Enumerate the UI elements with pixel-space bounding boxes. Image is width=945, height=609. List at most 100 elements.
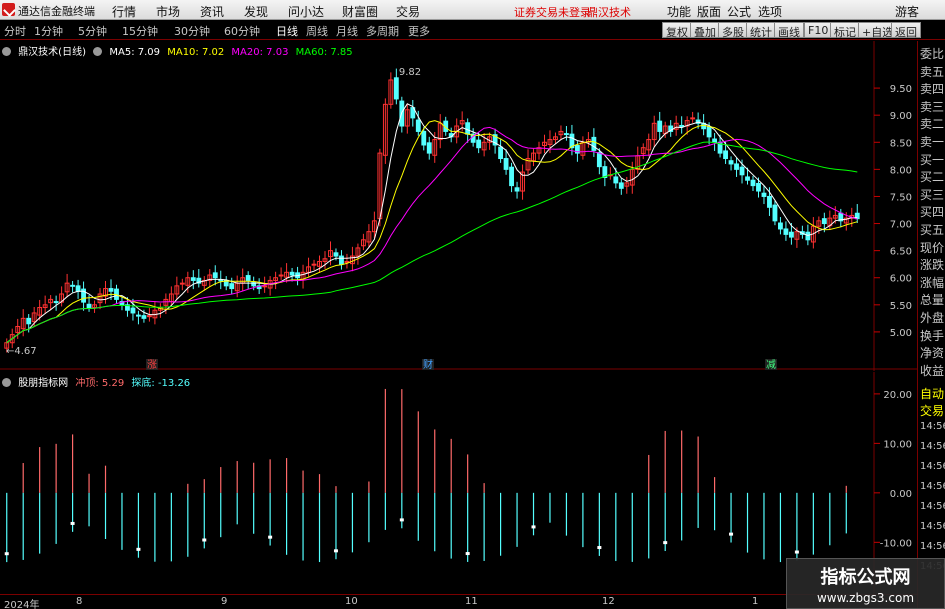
candle-body: [706, 126, 712, 138]
candle-body: [618, 182, 624, 189]
auto-trade-button[interactable]: 自动: [920, 385, 944, 402]
candle-body: [591, 136, 597, 151]
menu-hangqing[interactable]: 行情: [112, 3, 136, 20]
app-logo-icon: [2, 3, 15, 16]
quote-label: 外盘: [920, 311, 945, 325]
quote-label: 买一: [920, 152, 945, 167]
chart-title: 鼎汉技术(日线): [18, 47, 86, 58]
indicator-tick-label: 20.00: [883, 390, 912, 401]
candle-body: [141, 315, 147, 319]
quote-label: 卖一: [920, 135, 945, 149]
period-multi[interactable]: 多周期: [366, 23, 399, 39]
menu-xuanxiang[interactable]: 选项: [758, 3, 782, 20]
price-tick-label: 7.00: [890, 220, 912, 231]
menu-wenxiaoda[interactable]: 问小达: [288, 3, 324, 20]
fuquan-button[interactable]: 复权: [662, 22, 692, 39]
tongji-button[interactable]: 统计: [746, 22, 776, 39]
candle-body: [393, 77, 399, 100]
menu-jiaoyi[interactable]: 交易: [396, 3, 420, 20]
price-tick-label: 7.50: [890, 192, 912, 203]
period-5min[interactable]: 5分钟: [78, 23, 107, 39]
date-label: 8: [76, 596, 83, 607]
menu-banmian[interactable]: 版面: [697, 3, 721, 20]
price-tick-label: 6.50: [890, 247, 912, 258]
candle-body: [657, 120, 663, 132]
kline-pane[interactable]: 9.50 9.00 8.50 8.00 7.50 7.00 6.50 6.00 5.50 5.00…: [0, 41, 945, 371]
quote-label: 涨幅: [920, 275, 945, 290]
candle-body: [761, 192, 767, 197]
settings-dot-icon[interactable]: [93, 47, 103, 56]
menu-shichang[interactable]: 市场: [156, 3, 180, 20]
kline-chart[interactable]: 9.50 9.00 8.50 8.00 7.50 7.00 6.50 6.00 5.50 5.00…: [0, 41, 917, 371]
trade-time: 14:56: [920, 461, 945, 472]
period-monthly[interactable]: 月线: [336, 23, 358, 39]
quote-label: 净资: [920, 346, 945, 361]
period-60min[interactable]: 60分钟: [224, 23, 260, 39]
period-15min[interactable]: 15分钟: [122, 23, 158, 39]
date-label: 9: [221, 596, 228, 607]
signal-dot: [268, 535, 273, 539]
eye-icon[interactable]: [2, 378, 11, 387]
period-30min[interactable]: 30分钟: [174, 23, 210, 39]
huaxian-button[interactable]: 画线: [774, 22, 804, 39]
menu-caifuquan[interactable]: 财富圈: [342, 3, 378, 20]
quote-label: 买三: [920, 187, 945, 202]
period-weekly[interactable]: 周线: [306, 23, 328, 39]
candle-body: [783, 228, 789, 235]
period-fenshi[interactable]: 分时: [4, 23, 26, 39]
candle-body: [712, 138, 718, 143]
low-price-label: ←4.67: [6, 346, 37, 357]
date-axis: 2024年 8 9 10 11 12 1: [0, 594, 917, 609]
trade-button[interactable]: 交易: [920, 402, 944, 419]
signal-dot: [465, 552, 470, 556]
quote-label: 收益: [920, 363, 945, 378]
back-button[interactable]: 返回: [891, 22, 921, 39]
period-toolbar: 分时 1分钟 5分钟 15分钟 30分钟 60分钟 日线 周线 月线 多周期 更…: [0, 20, 945, 40]
quote-label: 买二: [920, 170, 945, 185]
candle-body: [690, 117, 696, 120]
diejia-button[interactable]: 叠加: [690, 22, 720, 39]
candle-body: [723, 150, 728, 160]
login-status[interactable]: 证券交易未登录: [514, 4, 591, 20]
ma60-label: MA60: 7.85: [295, 47, 353, 58]
ma20-label: MA20: 7.03: [231, 47, 289, 58]
eye-icon[interactable]: [2, 47, 11, 56]
guest-label[interactable]: 游客: [895, 3, 919, 20]
menu-gongshi[interactable]: 公式: [727, 3, 751, 20]
candle-body: [136, 314, 141, 317]
candle-body: [229, 283, 235, 290]
candle-body: [514, 187, 520, 192]
signal-dot: [399, 518, 404, 522]
period-more[interactable]: 更多: [408, 23, 430, 39]
candle-body: [278, 274, 284, 277]
menu-faxian[interactable]: 发现: [244, 3, 268, 20]
period-daily[interactable]: 日线: [276, 23, 298, 39]
candle-body: [53, 301, 59, 304]
price-tick-label: 6.00: [890, 274, 912, 285]
signal-dot: [597, 546, 602, 550]
candle-body: [498, 146, 504, 160]
duogu-button[interactable]: 多股: [718, 22, 748, 39]
price-tick-label: 9.00: [890, 111, 912, 122]
indicator-title: 股朋指标网: [18, 378, 69, 389]
menu-zixun[interactable]: 资讯: [200, 3, 224, 20]
f10-button[interactable]: F10: [804, 22, 833, 38]
candle-body: [130, 307, 136, 314]
biaoji-button[interactable]: 标记: [830, 22, 860, 39]
candle-body: [778, 222, 783, 230]
candle-body: [679, 124, 685, 127]
ma5-label: MA5: 7.09: [109, 47, 161, 58]
candle-body: [767, 195, 772, 208]
period-1min[interactable]: 1分钟: [34, 23, 63, 39]
candle-body: [503, 158, 509, 170]
signal-dot: [663, 541, 668, 545]
candle-body: [596, 152, 602, 168]
signal-dot: [4, 552, 9, 556]
candle-body: [426, 142, 432, 154]
signal-dot: [729, 532, 734, 536]
candle-body: [728, 160, 734, 165]
menu-gongneng[interactable]: 功能: [667, 3, 691, 20]
sub-legend: 股朋指标网 冲顶: 5.29 探底: -13.26: [2, 374, 194, 389]
indicator-chart[interactable]: 20.00 10.00 0.00 -10.00: [0, 372, 917, 594]
candle-body: [613, 176, 619, 184]
